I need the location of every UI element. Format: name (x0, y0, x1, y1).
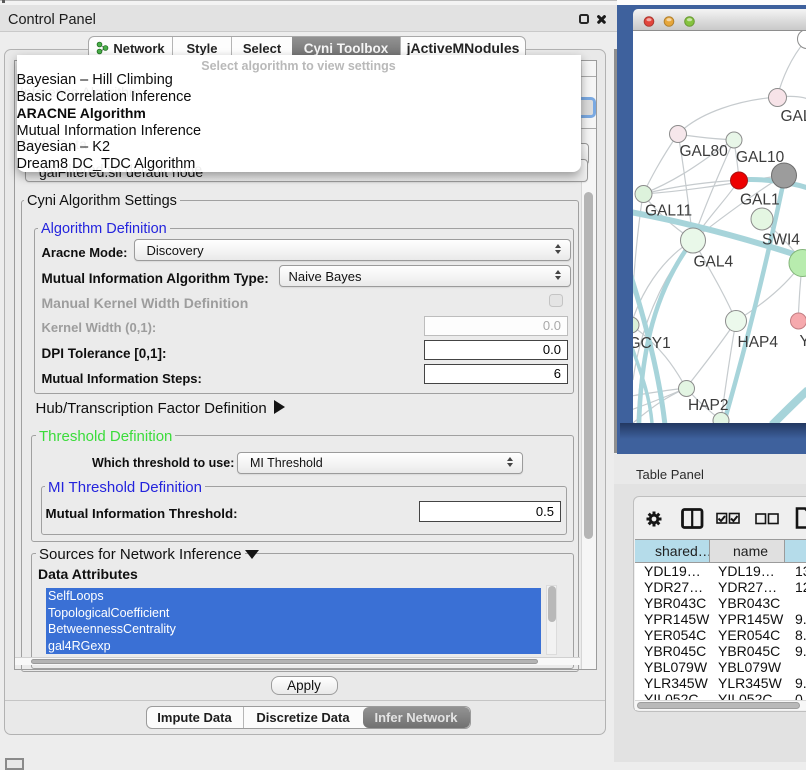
svg-text:Y: Y (800, 333, 806, 350)
svg-text:GCY1: GCY1 (633, 335, 671, 352)
svg-text:GAL4: GAL4 (694, 254, 734, 271)
svg-text:HAP2: HAP2 (688, 397, 729, 414)
svg-text:GAL11: GAL11 (645, 203, 692, 220)
svg-text:HAP4: HAP4 (738, 334, 779, 351)
svg-text:SWI4: SWI4 (762, 232, 800, 249)
svg-text:GAL80: GAL80 (680, 143, 729, 160)
svg-text:GAL10: GAL10 (736, 149, 785, 166)
svg-text:GAL7: GAL7 (781, 108, 806, 125)
svg-text:GAL1: GAL1 (740, 192, 780, 209)
